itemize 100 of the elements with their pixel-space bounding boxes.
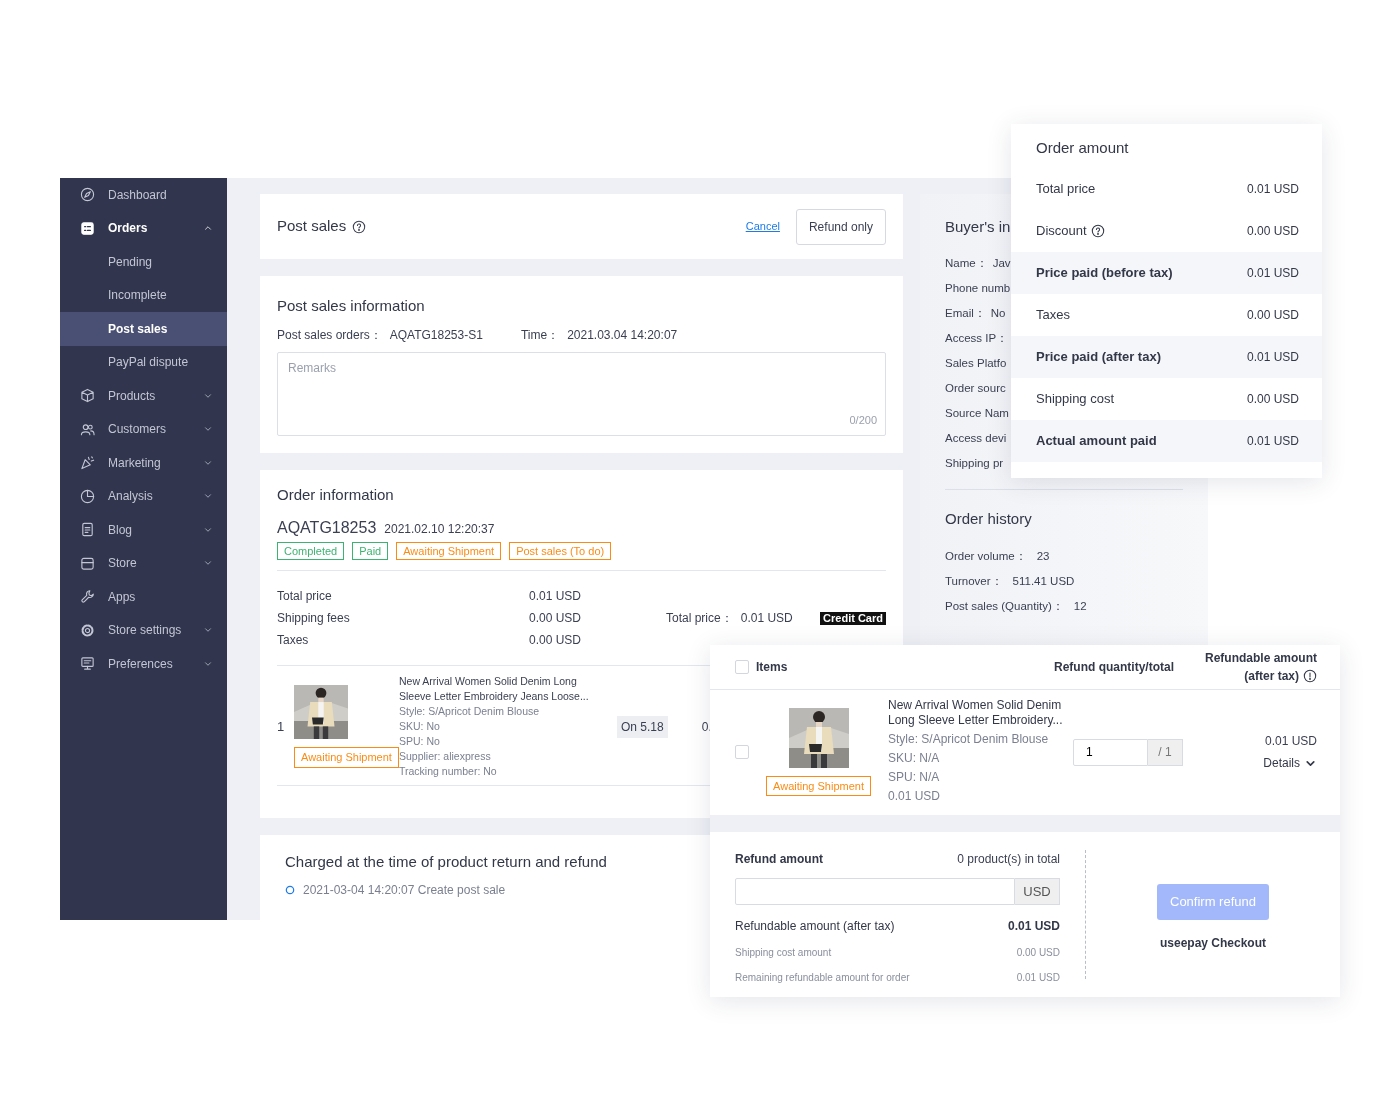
- amount-label: Refundable amount (after tax): [735, 918, 895, 935]
- sidebar-item[interactable]: Preferences: [60, 647, 227, 681]
- product-detail: Tracking number: No: [399, 764, 498, 779]
- amount-value: 0.00 USD: [1246, 391, 1299, 408]
- status-tag: Post sales (To do): [509, 542, 612, 560]
- sidebar-item[interactable]: Apps: [60, 580, 227, 614]
- timeline-dot-icon: [285, 885, 295, 895]
- info-icon: [1303, 669, 1317, 683]
- amount-value: 0.00 USD: [1246, 223, 1299, 240]
- product-detail: SPU: N/A: [888, 769, 941, 786]
- product-count: 0 product(s) in total: [957, 851, 1060, 868]
- sidebar-item[interactable]: Store: [60, 546, 227, 580]
- users-icon: [80, 421, 95, 437]
- field-value: AQATG18253-S1: [389, 326, 483, 344]
- amount-label: Shipping cost: [1036, 390, 1115, 409]
- field-value: 2021.03.04 14:20:07: [567, 326, 678, 344]
- product-title: New Arrival Women Solid Denim Long Sleeve Letter Embroidery...: [888, 698, 1064, 728]
- quantity-total: / 1: [1148, 738, 1183, 766]
- select-all-checkbox[interactable]: [735, 660, 749, 674]
- cone-icon: [80, 455, 95, 471]
- sidebar-item[interactable]: Analysis: [60, 479, 227, 513]
- amount-value: 0.01 USD: [1264, 733, 1317, 750]
- field-label: Name：: [945, 255, 988, 271]
- amount-value: 0.01 USD: [1016, 971, 1060, 985]
- summary-label: Shipping fees: [277, 610, 351, 627]
- field-value: No: [990, 305, 1006, 321]
- amount-value: 0.00 USD: [1016, 946, 1060, 960]
- amount-label: Total price: [1036, 180, 1096, 199]
- column-header: Items: [756, 659, 789, 676]
- status-tag: Awaiting Shipment: [766, 775, 871, 797]
- field-label: Sales Platfo: [945, 355, 1007, 371]
- section-title: Order information: [277, 484, 395, 505]
- currency-label: USD: [1015, 878, 1060, 905]
- field-label: Phone numb: [945, 280, 1011, 296]
- amount-value: 0.00 USD: [1246, 307, 1299, 324]
- row-checkbox[interactable]: [735, 745, 749, 759]
- product-detail: 0.01 USD: [888, 788, 942, 805]
- status-tag: Paid: [352, 542, 389, 560]
- amount-value: 0.01 USD: [1246, 433, 1299, 450]
- sidebar-item[interactable]: Customers: [60, 412, 227, 446]
- page-title: Post sales: [277, 216, 347, 237]
- order-id: AQATG18253: [277, 518, 377, 538]
- amount-label: Discount: [1036, 222, 1087, 241]
- store-icon: [80, 555, 95, 571]
- monitor-icon: [80, 656, 95, 672]
- total-label: Total price：: [666, 610, 733, 627]
- summary-label: Taxes: [277, 632, 310, 649]
- sidebar-item[interactable]: Dashboard: [60, 178, 227, 212]
- field-label: Post sales orders：: [277, 326, 382, 344]
- product-detail: SKU: N/A: [888, 750, 941, 767]
- amount-label: Price paid (before tax): [1036, 264, 1173, 283]
- pie-chart-icon: [80, 488, 95, 504]
- sidebar-subitem[interactable]: Pending: [60, 245, 227, 279]
- field-label: Source Nam: [945, 405, 1009, 421]
- field-value: 12: [1073, 599, 1087, 614]
- field-label: Email：: [945, 305, 986, 321]
- refund-only-button[interactable]: Refund only: [795, 208, 886, 245]
- product-detail: SKU: No: [399, 719, 441, 734]
- field-value: 23: [1036, 549, 1050, 564]
- section-title: Buyer's in: [945, 217, 1011, 237]
- total-value: 0.01 USD: [740, 610, 793, 627]
- field-label: Post sales (Quantity)：: [945, 599, 1064, 614]
- gateway-label: useepay Checkout: [1159, 934, 1266, 952]
- amount-label: Remaining refundable amount for order: [735, 971, 910, 985]
- cancel-link[interactable]: Cancel: [745, 218, 780, 235]
- amount-label: Price paid (after tax): [1036, 348, 1161, 367]
- panel-title: Order amount: [1035, 138, 1130, 158]
- sidebar-subitem[interactable]: PayPal dispute: [60, 345, 227, 379]
- sidebar-item[interactable]: Blog: [60, 513, 227, 547]
- field-label: Access devi: [945, 430, 1007, 446]
- sidebar-subitem[interactable]: Post sales: [60, 312, 227, 346]
- sidebar-item[interactable]: Products: [60, 379, 227, 413]
- payment-badge: Credit Card: [820, 611, 886, 625]
- status-tag: Awaiting Shipment: [396, 542, 502, 560]
- amount-value: 0.01 USD: [1007, 918, 1060, 935]
- amount-value: 0.01 USD: [1246, 265, 1299, 282]
- section-title: Charged at the time of product return and refund: [285, 851, 608, 872]
- quantity-field[interactable]: 1: [1073, 738, 1148, 766]
- cell-value: 0.: [701, 718, 712, 736]
- field-label: Order volume：: [945, 549, 1027, 564]
- field-value: Jav: [992, 255, 1011, 271]
- sidebar-item[interactable]: Store settings: [60, 613, 227, 647]
- product-detail: Style: S/Apricot Denim Blouse: [399, 704, 541, 719]
- product-title: New Arrival Women Solid Denim Long Sleeve Letter Embroidery Jeans Loose...: [399, 674, 590, 704]
- row-index: 1: [277, 717, 286, 736]
- summary-label: Total price: [277, 588, 333, 605]
- sidebar-item[interactable]: Orders: [60, 211, 227, 245]
- status-tag: Completed: [277, 542, 345, 560]
- sidebar-subitem[interactable]: Incomplete: [60, 278, 227, 312]
- document-icon: [80, 522, 95, 538]
- field-label: Shipping pr: [945, 455, 1004, 471]
- product-detail: SPU: No: [399, 734, 441, 749]
- details-toggle[interactable]: Details: [1263, 754, 1317, 772]
- column-header: (after tax): [1244, 668, 1299, 685]
- sidebar-item[interactable]: Marketing: [60, 446, 227, 480]
- refund-amount-field[interactable]: [735, 878, 1015, 905]
- box-icon: [80, 388, 95, 404]
- section-title: Post sales information: [277, 296, 426, 316]
- column-header: Refund quantity/total: [1054, 659, 1175, 676]
- amount-label: Taxes: [1036, 306, 1070, 325]
